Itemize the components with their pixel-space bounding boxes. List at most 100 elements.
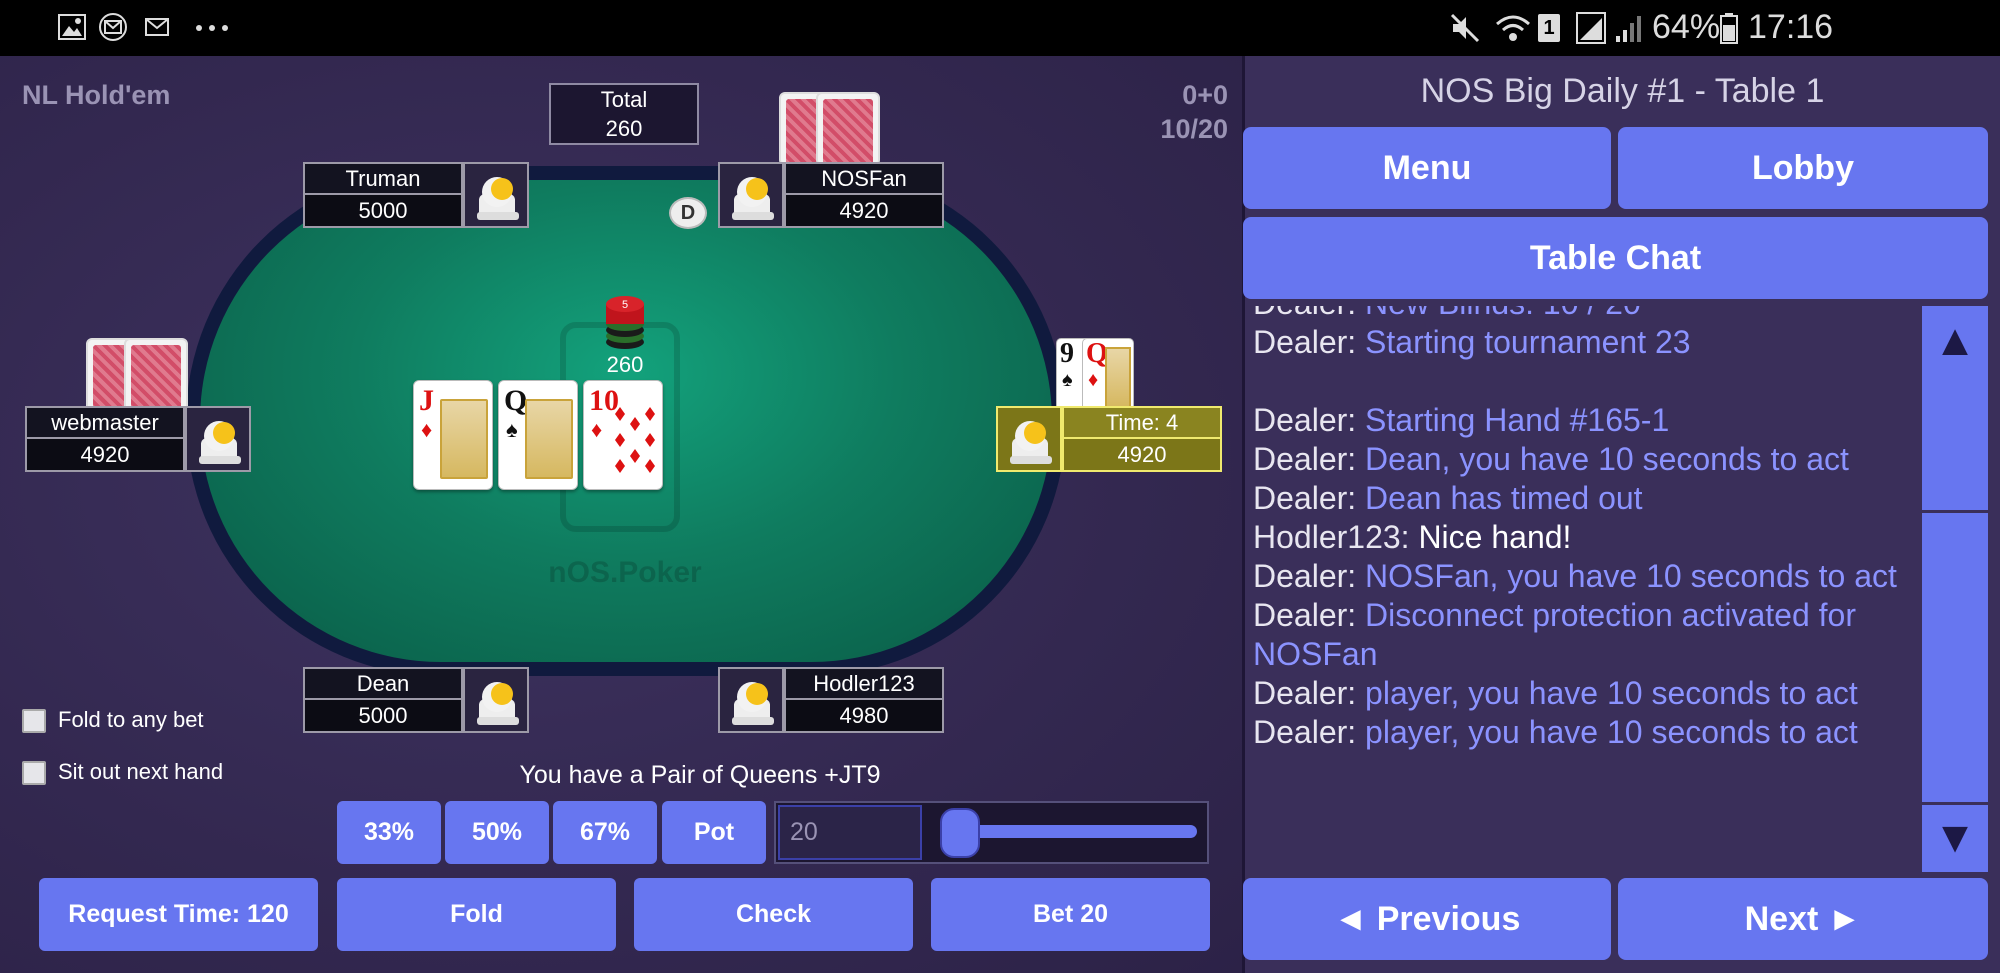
next-button[interactable]: Next ► [1618,878,1988,960]
check-button[interactable]: Check [634,878,913,951]
player-seat-hero[interactable]: Time: 4 4920 [995,406,1222,472]
table-chat-button[interactable]: Table Chat [1243,217,1988,299]
avatar [996,406,1062,472]
diamond-pips [615,407,655,473]
chat-sender: Dealer: [1253,324,1357,360]
wifi-icon [1496,15,1530,41]
bet-button[interactable]: Bet 20 [931,878,1210,951]
card-suit: ♦ [1088,369,1099,391]
card-rank: 9 [1060,338,1074,369]
bet-amount-input[interactable] [778,805,922,860]
chat-message: Dealer: Dean, you have 10 seconds to act [1245,440,1920,479]
avatar [718,667,784,733]
player-seat-webmaster[interactable]: webmaster 4920 [25,406,251,472]
avatar [718,162,784,228]
chat-message: Dealer: New Blinds: 10 / 20 [1245,306,1920,323]
player-name: webmaster [27,408,183,439]
player-stack: 4920 [839,198,889,223]
player-info: Truman 5000 [303,162,463,228]
player-seat-nosfan[interactable]: NOSFan 4920 [718,162,944,228]
card-suit: ♠ [506,417,518,442]
scroll-down-icon[interactable]: ▼ [1922,802,1988,872]
battery-icon [1720,13,1738,44]
player-stack: 4980 [839,703,889,728]
hero-card-2: Q ♦ [1082,338,1134,412]
astronaut-avatar-icon [732,682,774,725]
pot-total-label: Total [600,87,648,112]
chat-text: New Blinds: 10 / 20 [1365,306,1641,321]
gallery-icon [58,14,86,40]
pot-total-value: 260 [605,116,643,141]
astronaut-avatar-icon [199,421,241,464]
player-seat-truman[interactable]: Truman 5000 [303,162,529,228]
chat-sender: Dealer: [1253,480,1357,516]
table-title: NOS Big Daily #1 - Table 1 [1420,72,1825,110]
chat-text: player, you have 10 seconds to act [1365,714,1858,750]
chat-sender: Dealer: [1253,306,1356,321]
chat-text: Starting tournament 23 [1365,324,1691,360]
request-time-button[interactable]: Request Time: 120 [39,878,318,951]
card-rank: J [419,384,434,417]
card-rank: Q [504,384,528,417]
chat-scrollbar[interactable] [1922,306,1988,872]
pot-chips-icon: 5 [606,296,644,349]
player-stack: 4920 [1117,442,1167,467]
face-card-art [440,399,488,479]
fold-button[interactable]: Fold [337,878,616,951]
avatar [185,406,251,472]
more-icon [196,25,228,31]
chat-message: Hodler123: Nice hand! [1245,518,1920,557]
chat-messages: Dealer: New Blinds: 10 / 20 Dealer: Star… [1245,306,1920,752]
player-stack: 5000 [358,198,408,223]
board-card-1: J ♦ [413,380,493,490]
face-card-art [1105,347,1131,409]
card-back [816,92,880,166]
player-timer: Time: 4 [1064,408,1220,439]
bet-slider-track[interactable] [952,825,1197,838]
player-seat-hodler123[interactable]: Hodler123 4980 [718,667,944,733]
player-name: Dean [305,669,461,700]
chat-text: Dean, you have 10 seconds to act [1365,441,1849,477]
scroll-up-icon[interactable]: ▲ [1922,306,1988,376]
game-variant: NL Hold'em [22,80,171,110]
menu-button[interactable]: Menu [1243,127,1611,209]
chat-text: Starting Hand #165-1 [1365,402,1670,438]
fold-to-any-bet-checkbox[interactable] [22,709,46,733]
email-icon [145,18,169,36]
dealer-button: D [669,197,707,229]
avatar [463,162,529,228]
hand-counter: 0+0 [1182,80,1228,110]
mail-icon [99,13,127,41]
app-root: 1 64% 17:16 NL Hold'em 0+0 10/20 Total 2… [0,0,2000,973]
battery-percent: 64% [1652,8,1721,46]
astronaut-avatar-icon [477,682,519,725]
sit-out-next-hand-label: Sit out next hand [58,759,224,784]
chat-log[interactable]: Dealer: New Blinds: 10 / 20 Dealer: Star… [1245,306,1920,872]
player-seat-dean[interactable]: Dean 5000 [303,667,529,733]
svg-text:5: 5 [622,299,628,311]
chat-message: Dealer: Disconnect protection activated … [1245,596,1920,674]
bet-preset-pot-button[interactable]: Pot [662,801,766,864]
mute-icon [1450,13,1480,43]
signal-icon [1576,12,1606,44]
scrollbar-thumb-edge [1922,510,1988,513]
sim-badge: 1 [1538,14,1560,42]
fold-to-any-bet-label: Fold to any bet [58,707,204,732]
chat-sender: Dealer: [1253,597,1357,633]
player-stack: 4920 [80,442,130,467]
blinds-level: 10/20 [1160,114,1228,144]
previous-button[interactable]: ◄ Previous [1243,878,1611,960]
chat-message: Dealer: player, you have 10 seconds to a… [1245,674,1920,713]
hand-strength-info: You have a Pair of Queens +JT9 [519,761,881,789]
player-name: Truman [305,164,461,195]
sit-out-next-hand-checkbox[interactable] [22,761,46,785]
bet-preset-67-button[interactable]: 67% [553,801,657,864]
lobby-button[interactable]: Lobby [1618,127,1988,209]
chat-message: Dealer: Dean has timed out [1245,479,1920,518]
bet-preset-33-button[interactable]: 33% [337,801,441,864]
player-name: Hodler123 [786,669,942,700]
bet-slider-handle[interactable] [940,808,980,858]
bet-preset-50-button[interactable]: 50% [445,801,549,864]
chat-message: Dealer: Starting Hand #165-1 [1245,401,1920,440]
card-suit: ♦ [421,417,433,442]
